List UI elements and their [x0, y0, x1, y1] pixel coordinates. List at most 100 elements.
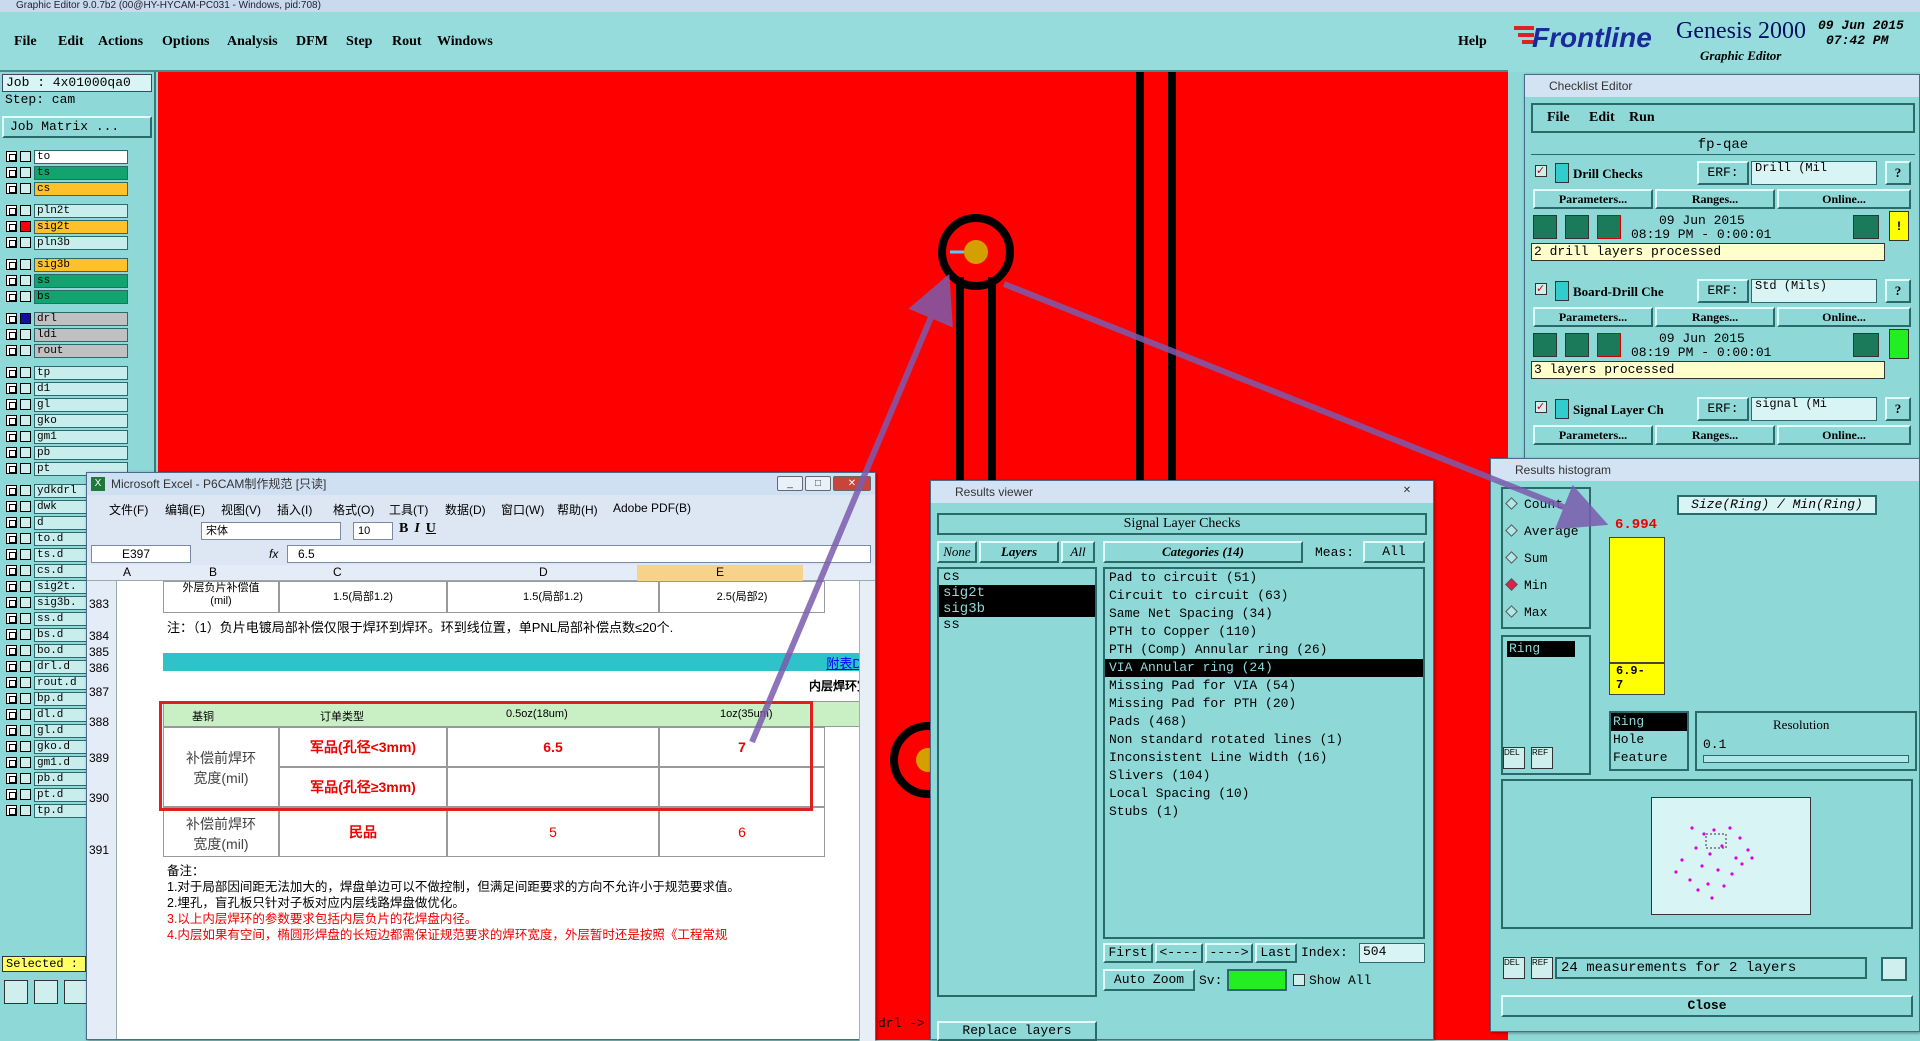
layer-color-swatch[interactable] [20, 645, 31, 656]
cell-e391[interactable]: 6 [659, 807, 825, 857]
layer-row-ts[interactable]: ts [6, 166, 128, 180]
excel-menu-item[interactable]: 窗口(W) [501, 501, 544, 518]
col-b[interactable]: B [209, 565, 217, 579]
excel-menu-item[interactable]: 视图(V) [221, 501, 261, 518]
layer-color-swatch[interactable] [20, 463, 31, 474]
histogram-bar[interactable] [1609, 537, 1665, 663]
layer-color-swatch[interactable] [20, 291, 31, 302]
show-all-checkbox[interactable] [1293, 974, 1305, 986]
layer-row-gl[interactable]: gl [6, 398, 128, 412]
layer-checkbox[interactable] [6, 645, 17, 656]
layer-color-swatch[interactable] [20, 259, 31, 270]
measure-icon[interactable] [34, 980, 58, 1004]
grid-icon[interactable] [64, 980, 88, 1004]
none-button[interactable]: None [937, 541, 977, 563]
mode-sum[interactable]: Sum [1505, 551, 1547, 566]
layer-checkbox[interactable] [6, 383, 17, 394]
layer-color-swatch[interactable] [20, 275, 31, 286]
stop-icon[interactable] [1597, 333, 1621, 357]
menu-help[interactable]: Help [1458, 34, 1487, 50]
help-button[interactable]: ? [1885, 161, 1911, 185]
layer-row-pln3b[interactable]: pln3b [6, 236, 128, 250]
online-button[interactable]: Online... [1777, 189, 1911, 209]
layers-button[interactable]: Layers [979, 541, 1059, 563]
results-icon[interactable] [1853, 333, 1879, 357]
layer-checkbox[interactable] [6, 693, 17, 704]
layer-item[interactable]: sig2t [939, 585, 1095, 601]
close-icon[interactable]: ✕ [1387, 484, 1427, 499]
menu-windows[interactable]: Windows [437, 34, 493, 50]
layer-color-swatch[interactable] [20, 629, 31, 640]
layer-name[interactable]: sig2t [34, 220, 128, 234]
layer-row-bs[interactable]: bs [6, 290, 128, 304]
layer-color-swatch[interactable] [20, 205, 31, 216]
layer-name[interactable]: drl [34, 312, 128, 326]
layer-checkbox[interactable] [6, 237, 17, 248]
layer-row-d1[interactable]: d1 [6, 382, 128, 396]
resolution-attr-list[interactable]: Ring Hole Feature [1609, 711, 1689, 771]
layer-color-swatch[interactable] [20, 565, 31, 576]
layer-checkbox[interactable] [6, 789, 17, 800]
res-item[interactable]: Hole [1611, 731, 1687, 749]
mode-max[interactable]: Max [1505, 605, 1547, 620]
row-388[interactable]: 388 [89, 715, 109, 729]
radio-icon[interactable] [1505, 551, 1518, 564]
row-384[interactable]: 384 [89, 629, 109, 643]
layer-name[interactable]: sig3b [34, 258, 128, 272]
maximize-icon[interactable]: □ [805, 476, 831, 491]
row-386[interactable]: 386 [89, 661, 109, 675]
vertical-scrollbar[interactable] [859, 581, 875, 1041]
cell-c383[interactable]: 1.5(局部1.2) [279, 581, 447, 613]
layer-name[interactable]: bs [34, 290, 128, 304]
cell-d391[interactable]: 5 [447, 807, 659, 857]
col-e[interactable]: E [637, 565, 803, 581]
check-name[interactable]: Signal Layer Ch [1573, 402, 1664, 418]
layer-color-swatch[interactable] [20, 549, 31, 560]
layer-checkbox[interactable] [6, 345, 17, 356]
layer-color-swatch[interactable] [20, 167, 31, 178]
ref-icon[interactable]: REF [1531, 747, 1553, 769]
layer-checkbox[interactable] [6, 741, 17, 752]
checklist-menu-edit[interactable]: Edit [1589, 110, 1615, 126]
layer-checkbox[interactable] [6, 773, 17, 784]
font-select[interactable]: 宋体 [201, 522, 341, 540]
layer-name[interactable]: d1 [34, 382, 128, 396]
ranges-button[interactable]: Ranges... [1655, 425, 1775, 445]
check-name[interactable]: Board-Drill Che [1573, 284, 1664, 300]
parameters-button[interactable]: Parameters... [1533, 425, 1653, 445]
layer-row-sig3b[interactable]: sig3b [6, 258, 128, 272]
layer-row-tp[interactable]: tp [6, 366, 128, 380]
menu-edit[interactable]: Edit [58, 34, 84, 50]
layer-checkbox[interactable] [6, 291, 17, 302]
layer-checkbox[interactable] [6, 221, 17, 232]
menu-dfm[interactable]: DFM [296, 34, 328, 50]
layer-row-ldi[interactable]: ldi [6, 328, 128, 342]
results-category-list[interactable]: Pad to circuit (51) Circuit to circuit (6… [1103, 567, 1425, 939]
layer-color-swatch[interactable] [20, 661, 31, 672]
layer-checkbox[interactable] [6, 447, 17, 458]
mode-min[interactable]: Min [1505, 578, 1547, 593]
check-enable-checkbox[interactable]: ✓ [1535, 401, 1547, 413]
parameters-button[interactable]: Parameters... [1533, 307, 1653, 327]
del-icon[interactable]: DEL [1503, 747, 1525, 769]
layer-name[interactable]: tp [34, 366, 128, 380]
online-button[interactable]: Online... [1777, 425, 1911, 445]
histogram-window[interactable]: Results histogram Count Average Sum Min Max … [1490, 458, 1920, 1032]
layer-row-drl[interactable]: drl [6, 312, 128, 326]
menu-options[interactable]: Options [162, 34, 209, 50]
menu-step[interactable]: Step [346, 34, 372, 50]
row-385[interactable]: 385 [89, 645, 109, 659]
layer-color-swatch[interactable] [20, 757, 31, 768]
erf-select[interactable]: signal (Mi [1751, 397, 1877, 421]
layer-checkbox[interactable] [6, 275, 17, 286]
layer-color-swatch[interactable] [20, 485, 31, 496]
layer-name[interactable]: rout [34, 344, 128, 358]
radio-icon[interactable] [1505, 578, 1518, 591]
layer-row-cs[interactable]: cs [6, 182, 128, 196]
row-389[interactable]: 389 [89, 751, 109, 765]
layer-color-swatch[interactable] [20, 677, 31, 688]
layer-checkbox[interactable] [6, 517, 17, 528]
attr-ring[interactable]: Ring [1507, 641, 1575, 657]
layer-name[interactable]: cs [34, 182, 128, 196]
excel-menu-item[interactable]: 格式(O) [333, 501, 374, 518]
